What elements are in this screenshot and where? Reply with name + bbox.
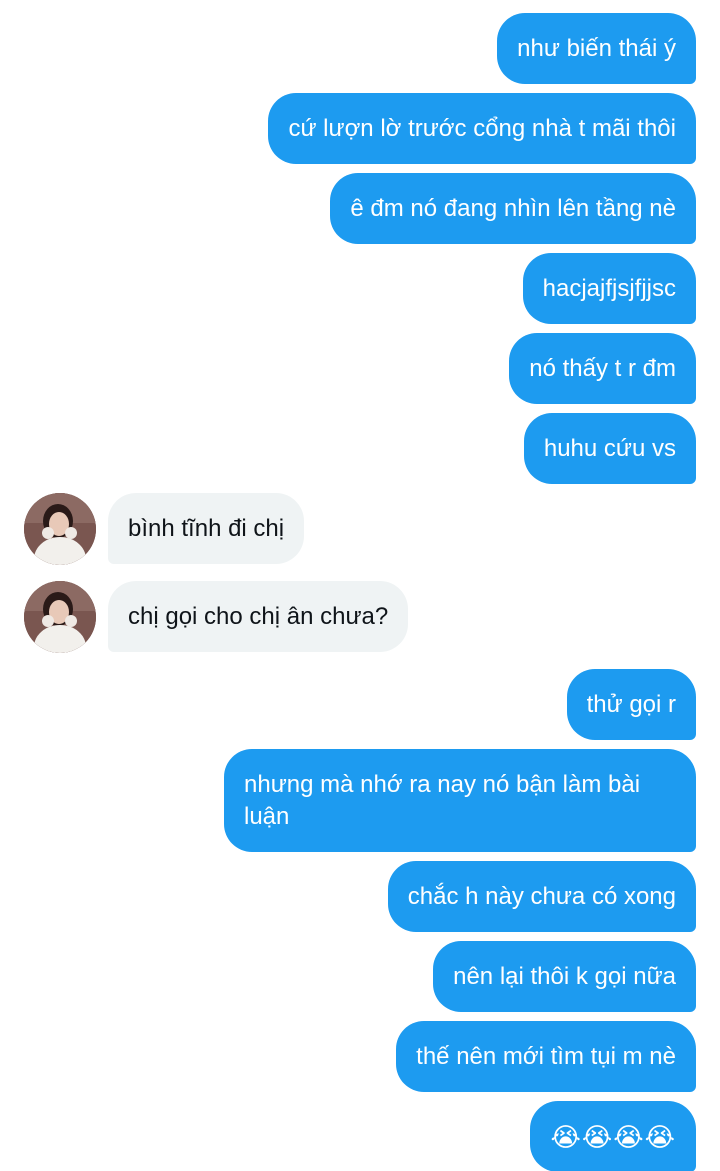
message-bubble-sent[interactable]: 😭😭😭😭 — [530, 1101, 696, 1171]
message-text: huhu cứu vs — [543, 435, 676, 462]
message-text: chắc h này chưa có xong — [407, 883, 676, 910]
conversation-thread: như biến thái ý cứ lượn lờ trước cổng nh… — [0, 0, 720, 1171]
message-bubble-sent[interactable]: nên lại thôi k gọi nữa — [433, 941, 696, 1012]
message-text: hacjajfjsjfjjsc — [542, 275, 676, 302]
message-bubble-sent[interactable]: ê đm nó đang nhìn lên tầng nè — [330, 173, 696, 244]
contact-avatar[interactable] — [24, 581, 96, 653]
message-bubble-sent[interactable]: nhưng mà nhớ ra nay nó bận làm bài luận — [224, 749, 696, 852]
message-text: thử gọi r — [586, 691, 676, 718]
message-text: bình tĩnh đi chị — [128, 515, 285, 542]
message-text: nên lại thôi k gọi nữa — [453, 963, 676, 990]
message-text: nhưng mà nhớ ra nay nó bận làm bài luận — [244, 771, 641, 830]
message-text: chị gọi cho chị ân chưa? — [128, 603, 389, 630]
message-text: thế nên mới tìm tụi m nè — [416, 1043, 676, 1070]
message-bubble-sent[interactable]: chắc h này chưa có xong — [387, 861, 696, 932]
message-bubble-sent[interactable]: thế nên mới tìm tụi m nè — [396, 1021, 696, 1092]
message-bubble-sent[interactable]: như biến thái ý — [497, 13, 696, 84]
message-text: như biến thái ý — [517, 35, 676, 62]
contact-avatar[interactable] — [24, 493, 96, 565]
message-bubble-received[interactable]: bình tĩnh đi chị — [108, 493, 305, 564]
crying-face-emoji-text: 😭😭😭😭 — [550, 1122, 676, 1152]
message-bubble-sent[interactable]: nó thấy t r đm — [509, 333, 696, 404]
message-text: ê đm nó đang nhìn lên tầng nè — [350, 195, 676, 222]
message-text: cứ lượn lờ trước cổng nhà t mãi thôi — [288, 115, 676, 142]
message-text: nó thấy t r đm — [529, 355, 676, 382]
message-bubble-sent[interactable]: hacjajfjsjfjjsc — [522, 253, 696, 324]
message-bubble-sent[interactable]: cứ lượn lờ trước cổng nhà t mãi thôi — [268, 93, 696, 164]
avatar-photo-icon — [24, 493, 96, 565]
message-bubble-received[interactable]: chị gọi cho chị ân chưa? — [108, 581, 409, 652]
message-bubble-sent[interactable]: huhu cứu vs — [523, 413, 696, 484]
message-bubble-sent[interactable]: thử gọi r — [566, 669, 696, 740]
avatar-photo-icon — [24, 581, 96, 653]
